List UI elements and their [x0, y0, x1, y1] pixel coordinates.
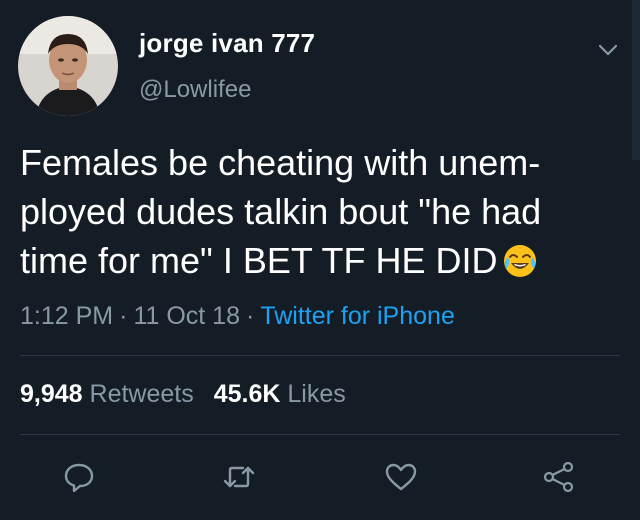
share-icon [543, 461, 574, 493]
tweet-date[interactable]: 11 Oct 18 [133, 302, 240, 330]
like-icon [385, 463, 417, 491]
reply-icon [64, 463, 94, 493]
tweet-time: 1:12 PM [20, 302, 114, 330]
retweet-button[interactable] [222, 460, 256, 494]
tweet-text-line: time for me" I BET TF HE DID [20, 240, 498, 281]
face-with-tears-of-joy-icon [502, 242, 538, 278]
tweet-text-line-last: time for me" I BET TF HE DID [20, 236, 610, 285]
tweet-source-link[interactable]: Twitter for iPhone [260, 302, 455, 330]
avatar[interactable] [18, 16, 118, 116]
share-button[interactable] [542, 460, 576, 494]
tweet-text: Females be cheating with unem- ployed du… [20, 138, 610, 285]
likes-stat[interactable]: 45.6K Likes [214, 380, 346, 408]
separator: · [245, 302, 255, 330]
tweet-text-line: Females be cheating with unem- [20, 142, 541, 183]
likes-label: Likes [287, 380, 346, 408]
like-button[interactable] [384, 460, 418, 494]
reply-button[interactable] [62, 460, 96, 494]
tweet-meta: 1:12 PM · 11 Oct 18 · Twitter for iPhone [20, 302, 455, 331]
retweets-count: 9,948 [20, 380, 83, 408]
chevron-down-icon[interactable] [596, 38, 620, 62]
tweet-detail: jorge ivan 777 @Lowlifee Females be chea… [0, 0, 640, 520]
display-name[interactable]: jorge ivan 777 [139, 28, 315, 59]
scrollbar[interactable] [632, 0, 640, 160]
divider [20, 355, 620, 356]
retweets-label: Retweets [89, 380, 194, 408]
likes-count: 45.6K [213, 380, 281, 408]
engagement-stats: 9,948 Retweets 45.6K Likes [20, 380, 346, 409]
divider [20, 434, 620, 435]
separator: · [119, 302, 128, 330]
retweet-icon [223, 466, 255, 488]
tweet-text-line: ployed dudes talkin bout "he had [20, 191, 542, 232]
user-handle[interactable]: @Lowlifee [139, 76, 251, 104]
retweets-stat[interactable]: 9,948 Retweets [20, 380, 194, 408]
